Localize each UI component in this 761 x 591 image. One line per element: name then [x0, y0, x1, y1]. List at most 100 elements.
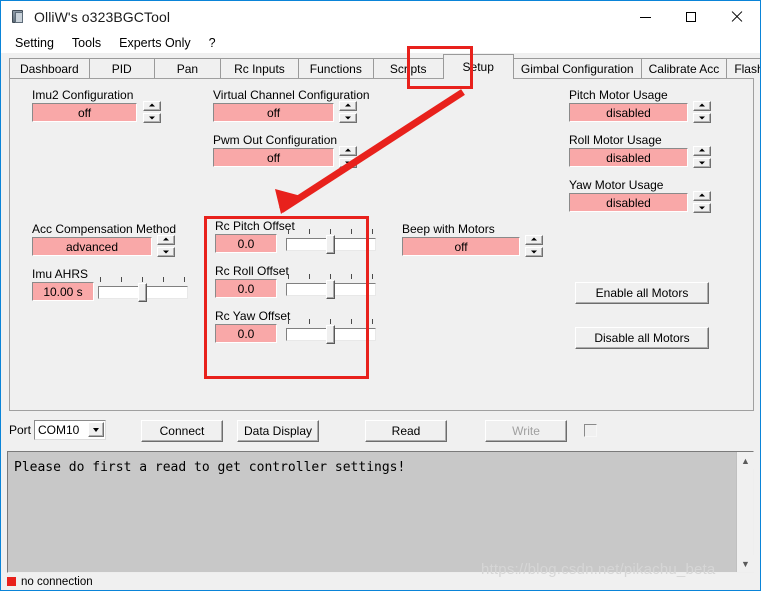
spin-up-icon[interactable] [693, 101, 711, 111]
slider-thumb[interactable] [326, 325, 335, 344]
spin-down-icon[interactable] [693, 158, 711, 168]
rc-pitch-offset-value[interactable]: 0.0 [215, 234, 277, 253]
menu-item-experts-only[interactable]: Experts Only [113, 35, 199, 51]
chevron-down-icon[interactable] [88, 422, 104, 437]
minimize-icon [639, 16, 651, 18]
yaw-motor-usage-value[interactable]: disabled [569, 193, 688, 212]
roll-motor-usage-label: Roll Motor Usage [569, 133, 662, 147]
tab-setup[interactable]: Setup [442, 54, 514, 79]
enable-all-motors-button[interactable]: Enable all Motors [575, 282, 709, 304]
pitch-motor-usage-spinner[interactable] [693, 101, 711, 123]
port-select-value: COM10 [38, 423, 80, 437]
spin-down-icon[interactable] [693, 113, 711, 123]
beep-with-motors-value[interactable]: off [402, 237, 520, 256]
acc-compensation-method-value[interactable]: advanced [32, 237, 152, 256]
tab-strip: Dashboard PID Pan Rc Inputs Functions Sc… [9, 54, 760, 79]
rc-pitch-offset-label: Rc Pitch Offset [215, 219, 295, 233]
beep-with-motors-label: Beep with Motors [402, 222, 495, 236]
yaw-motor-usage-spinner[interactable] [693, 191, 711, 213]
rc-roll-offset-slider[interactable] [286, 274, 376, 302]
maximize-icon [686, 12, 696, 22]
rc-pitch-offset-slider[interactable] [286, 229, 376, 257]
data-display-button[interactable]: Data Display [237, 420, 319, 442]
imu2-configuration-spinner[interactable] [143, 101, 161, 123]
pwm-out-configuration-value[interactable]: off [213, 148, 334, 167]
spin-down-icon[interactable] [157, 247, 175, 257]
close-button[interactable] [714, 1, 760, 33]
rc-roll-offset-value[interactable]: 0.0 [215, 279, 277, 298]
menu-item-help[interactable]: ? [203, 35, 224, 51]
menu-item-tools[interactable]: Tools [66, 35, 109, 51]
imu2-configuration-value[interactable]: off [32, 103, 137, 122]
scroll-up-icon[interactable]: ▲ [737, 452, 754, 469]
tab-pan[interactable]: Pan [153, 58, 222, 79]
spin-down-icon[interactable] [693, 203, 711, 213]
spin-down-icon[interactable] [339, 158, 357, 168]
application-window: OlliW's o323BGCTool Setting Tools Expert… [0, 0, 761, 591]
log-message: Please do first a read to get controller… [14, 460, 406, 475]
spin-up-icon[interactable] [157, 235, 175, 245]
read-button[interactable]: Read [365, 420, 447, 442]
spin-up-icon[interactable] [339, 101, 357, 111]
port-label: Port [9, 423, 32, 437]
slider-thumb[interactable] [138, 283, 147, 302]
write-button[interactable]: Write [485, 420, 567, 442]
spin-up-icon[interactable] [339, 146, 357, 156]
pwm-out-configuration-label: Pwm Out Configuration [213, 133, 338, 147]
acc-compensation-method-label: Acc Compensation Method [32, 222, 177, 236]
rc-yaw-offset-slider[interactable] [286, 319, 376, 347]
window-title: OlliW's o323BGCTool [34, 9, 171, 25]
tab-rc-inputs[interactable]: Rc Inputs [220, 58, 299, 79]
tab-dashboard[interactable]: Dashboard [9, 58, 90, 79]
imu-ahrs-label: Imu AHRS [32, 267, 89, 281]
virtual-channel-configuration-value[interactable]: off [213, 103, 334, 122]
title-bar: OlliW's o323BGCTool [1, 1, 760, 33]
virtual-channel-configuration-label: Virtual Channel Configuration [213, 88, 370, 102]
connection-status-led [7, 577, 16, 586]
spin-up-icon[interactable] [525, 235, 543, 245]
pitch-motor-usage-label: Pitch Motor Usage [569, 88, 668, 102]
status-bar: no connection [1, 573, 760, 590]
port-select[interactable]: COM10 [34, 420, 106, 440]
maximize-button[interactable] [668, 1, 714, 33]
roll-motor-usage-spinner[interactable] [693, 146, 711, 168]
roll-motor-usage-value[interactable]: disabled [569, 148, 688, 167]
beep-with-motors-spinner[interactable] [525, 235, 543, 257]
connect-button[interactable]: Connect [141, 420, 223, 442]
spin-down-icon[interactable] [143, 113, 161, 123]
slider-thumb[interactable] [326, 235, 335, 254]
slider-thumb[interactable] [326, 280, 335, 299]
spin-down-icon[interactable] [525, 247, 543, 257]
log-scrollbar[interactable]: ▲ ▼ [736, 452, 754, 572]
setup-panel: Imu2 Configuration off Virtual Channel C… [9, 78, 754, 411]
menu-bar: Setting Tools Experts Only ? [1, 33, 760, 53]
virtual-channel-configuration-spinner[interactable] [339, 101, 357, 123]
menu-item-setting[interactable]: Setting [9, 35, 62, 51]
connection-status-text: no connection [21, 575, 93, 588]
disable-all-motors-button[interactable]: Disable all Motors [575, 327, 709, 349]
acc-compensation-method-spinner[interactable] [157, 235, 175, 257]
tab-calibrate-acc[interactable]: Calibrate Acc [640, 58, 728, 79]
pitch-motor-usage-value[interactable]: disabled [569, 103, 688, 122]
toolbar-checkbox[interactable] [584, 424, 597, 437]
tab-flash-firmware[interactable]: Flash Firmware [726, 58, 760, 79]
spin-up-icon[interactable] [693, 146, 711, 156]
tab-scripts[interactable]: Scripts [372, 58, 444, 79]
spin-up-icon[interactable] [143, 101, 161, 111]
minimize-button[interactable] [622, 1, 668, 33]
rc-yaw-offset-label: Rc Yaw Offset [215, 309, 291, 323]
tab-pid[interactable]: PID [88, 58, 155, 79]
tab-functions[interactable]: Functions [297, 58, 374, 79]
window-controls [622, 1, 760, 33]
spin-up-icon[interactable] [693, 191, 711, 201]
imu-ahrs-value[interactable]: 10.00 s [32, 282, 94, 301]
imu2-configuration-label: Imu2 Configuration [32, 88, 134, 102]
scroll-down-icon[interactable]: ▼ [737, 555, 754, 572]
rc-roll-offset-label: Rc Roll Offset [215, 264, 289, 278]
rc-yaw-offset-value[interactable]: 0.0 [215, 324, 277, 343]
tab-gimbal-configuration[interactable]: Gimbal Configuration [512, 58, 642, 79]
app-icon [10, 9, 26, 25]
spin-down-icon[interactable] [339, 113, 357, 123]
pwm-out-configuration-spinner[interactable] [339, 146, 357, 168]
imu-ahrs-slider[interactable] [98, 277, 188, 305]
